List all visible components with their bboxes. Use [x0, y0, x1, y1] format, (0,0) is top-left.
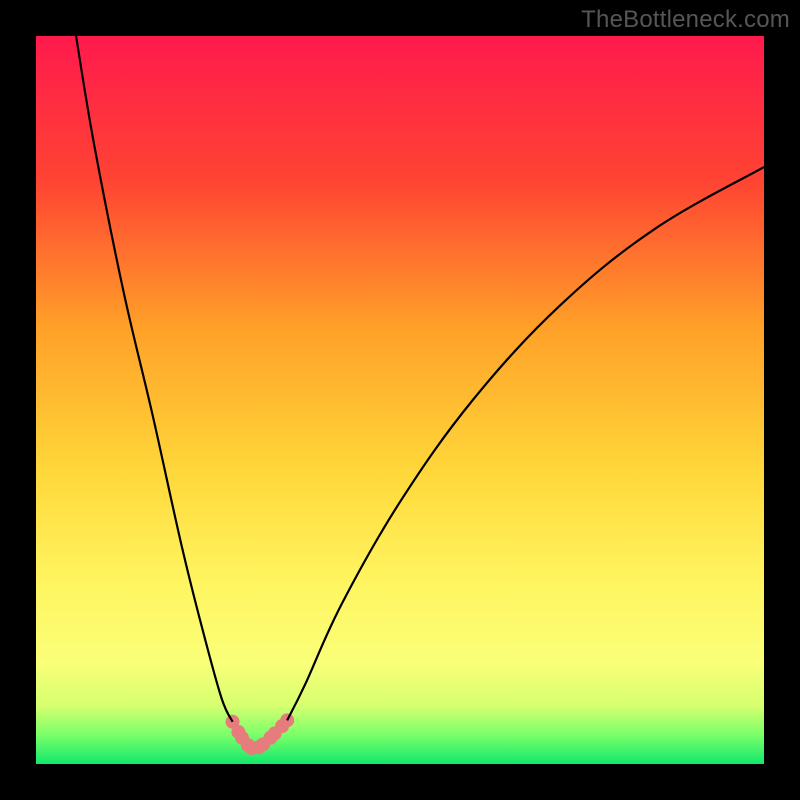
bottleneck-chart — [0, 0, 800, 800]
plot-background — [36, 36, 764, 764]
chart-frame: TheBottleneck.com — [0, 0, 800, 800]
